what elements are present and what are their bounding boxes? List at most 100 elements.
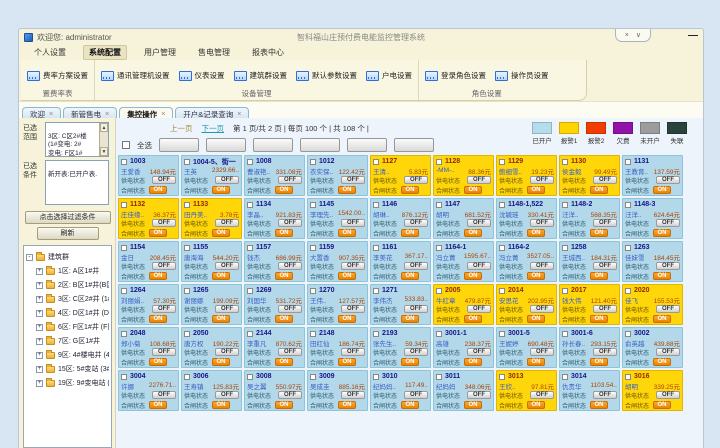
ribbon-button[interactable]: 费率方案设置 (27, 70, 88, 81)
select-all-checkbox[interactable] (122, 141, 130, 149)
expand-icon[interactable]: + (36, 268, 43, 275)
card-checkbox[interactable] (184, 374, 190, 380)
menu-tab[interactable]: 个人设置 (29, 46, 71, 59)
card-checkbox[interactable] (310, 374, 316, 380)
switch-on-button[interactable]: ON (149, 315, 167, 323)
room-card[interactable]: 3002 俞英越 439.88元 供电状态 OFF 合闸状态 ON (622, 327, 683, 368)
switch-on-button[interactable]: ON (464, 186, 482, 194)
supply-off-button[interactable]: OFF (656, 348, 680, 356)
supply-off-button[interactable]: OFF (215, 391, 239, 399)
room-card[interactable]: 1159 大置香 907.35元 供电状态 OFF 合闸状态 ON (307, 241, 368, 282)
switch-on-button[interactable]: ON (527, 401, 545, 409)
room-card[interactable]: 1264 刘丽娟.. 57.30元 供电状态 OFF 合闸状态 ON (118, 284, 179, 325)
room-card[interactable]: 1164-1 冯立菁 1595.67.. 供电状态 OFF 合闸状态 ON (433, 241, 494, 282)
card-checkbox[interactable] (121, 374, 127, 380)
room-card[interactable]: 2048 郑小菊 108.68元 供电状态 OFF 合闸状态 ON (118, 327, 179, 368)
supply-off-button[interactable]: OFF (278, 391, 302, 399)
supply-off-button[interactable]: OFF (593, 219, 617, 227)
supply-off-button[interactable]: OFF (593, 305, 617, 313)
room-card[interactable]: 1133 田丹美.. 3.78元 供电状态 OFF 合闸状态 ON (181, 198, 242, 239)
card-checkbox[interactable] (625, 245, 631, 251)
next-page-link[interactable]: 下一页 (202, 123, 225, 134)
supply-off-button[interactable]: OFF (404, 262, 428, 270)
room-card[interactable]: 1127 王清.. 5.83元 供电状态 OFF 合闸状态 ON (370, 155, 431, 196)
supply-off-button[interactable]: OFF (467, 262, 491, 270)
card-checkbox[interactable] (373, 245, 379, 251)
card-checkbox[interactable] (247, 202, 253, 208)
switch-on-button[interactable]: ON (338, 186, 356, 194)
condition-box[interactable]: 新开表:已开户表. (45, 160, 109, 205)
card-checkbox[interactable] (247, 159, 253, 165)
scroll-down-icon[interactable]: ▼ (100, 147, 108, 156)
room-card[interactable]: 3013 王欣.. 97.81元 供电状态 OFF 合闸状态 ON (496, 370, 557, 411)
switch-on-button[interactable]: ON (527, 229, 545, 237)
room-card[interactable]: 1008 曹淑艳.. 331.08元 供电状态 OFF 合闸状态 ON (244, 155, 305, 196)
room-card[interactable]: 2020 佳飞 155.53元 供电状态 OFF 合闸状态 ON (622, 284, 683, 325)
card-checkbox[interactable] (373, 159, 379, 165)
prev-page-link[interactable]: 上一页 (170, 123, 193, 134)
switch-on-button[interactable]: ON (401, 229, 419, 237)
action-button[interactable] (347, 138, 387, 152)
card-checkbox[interactable] (562, 245, 568, 251)
card-checkbox[interactable] (373, 288, 379, 294)
switch-on-button[interactable]: ON (527, 315, 545, 323)
card-checkbox[interactable] (184, 288, 190, 294)
room-card[interactable]: 1131 王教育.. 137.59元 供电状态 OFF 合闸状态 ON (622, 155, 683, 196)
switch-on-button[interactable]: ON (275, 186, 293, 194)
supply-off-button[interactable]: OFF (530, 219, 554, 227)
action-button[interactable] (253, 138, 293, 152)
supply-off-button[interactable]: OFF (530, 176, 554, 184)
room-card[interactable]: 1269 刘国华 531.72元 供电状态 OFF 合闸状态 ON (244, 284, 305, 325)
room-card[interactable]: 1164-2 冯立菁 3527.05.. 供电状态 OFF 合闸状态 ON (496, 241, 557, 282)
supply-off-button[interactable]: OFF (467, 391, 491, 399)
switch-on-button[interactable]: ON (149, 272, 167, 280)
card-checkbox[interactable] (625, 159, 631, 165)
room-card[interactable]: 3016 胡明 339.25元 供电状态 OFF 合闸状态 ON (622, 370, 683, 411)
room-card[interactable]: 1146 胡琳.. 876.12元 供电状态 OFF 合闸状态 ON (370, 198, 431, 239)
switch-on-button[interactable]: ON (590, 401, 608, 409)
card-checkbox[interactable] (310, 202, 316, 208)
tree-item[interactable]: + 1区: A区1#井 (26, 264, 109, 278)
supply-off-button[interactable]: OFF (530, 391, 554, 399)
expand-icon[interactable]: + (36, 310, 43, 317)
switch-on-button[interactable]: ON (275, 358, 293, 366)
card-checkbox[interactable] (310, 159, 316, 165)
range-scrollbar[interactable]: ▲ ▼ (99, 123, 108, 156)
tree-item[interactable]: + 15区: 5#变站 (3#变 (26, 362, 109, 376)
expand-icon[interactable]: + (36, 366, 43, 373)
switch-on-button[interactable]: ON (149, 358, 167, 366)
switch-on-button[interactable]: ON (527, 272, 545, 280)
supply-off-button[interactable]: OFF (656, 219, 680, 227)
room-card[interactable]: 3001-6 孙长春.. 293.15元 供电状态 OFF 合闸状态 ON (559, 327, 620, 368)
scroll-up-icon[interactable]: ▲ (100, 123, 108, 132)
switch-on-button[interactable]: ON (590, 229, 608, 237)
switch-on-button[interactable]: ON (590, 315, 608, 323)
room-card[interactable]: 3001-1 高雄 238.37元 供电状态 OFF 合闸状态 ON (433, 327, 494, 368)
supply-off-button[interactable]: OFF (404, 219, 428, 227)
tree-item[interactable]: + 4区: D区1#井 (D区1 (26, 306, 109, 320)
tab-close-icon[interactable]: × (237, 111, 241, 118)
supply-off-button[interactable]: OFF (467, 176, 491, 184)
menu-tab[interactable]: 用户管理 (139, 46, 181, 59)
supply-off-button[interactable]: OFF (530, 348, 554, 356)
switch-on-button[interactable]: ON (338, 272, 356, 280)
supply-off-button[interactable]: OFF (593, 262, 617, 270)
switch-on-button[interactable]: ON (212, 315, 230, 323)
supply-off-button[interactable]: OFF (278, 348, 302, 356)
action-button[interactable] (300, 138, 340, 152)
switch-on-button[interactable]: ON (275, 401, 293, 409)
room-card[interactable]: 1157 钱杰 686.99元 供电状态 OFF 合闸状态 ON (244, 241, 305, 282)
card-checkbox[interactable] (184, 245, 190, 251)
action-button[interactable] (206, 138, 246, 152)
ribbon-button[interactable]: 默认参数设置 (296, 70, 357, 81)
switch-on-button[interactable]: ON (212, 272, 230, 280)
supply-off-button[interactable]: OFF (278, 176, 302, 184)
filter-select-button[interactable]: 点击选择过滤条件 (25, 211, 111, 224)
expand-icon[interactable]: + (36, 380, 43, 387)
room-card[interactable]: 1270 王伟.. 127.57元 供电状态 OFF 合闸状态 ON (307, 284, 368, 325)
switch-on-button[interactable]: ON (275, 315, 293, 323)
menu-tab[interactable]: 售电管理 (193, 46, 235, 59)
card-checkbox[interactable] (625, 288, 631, 294)
switch-on-button[interactable]: ON (149, 229, 167, 237)
card-checkbox[interactable] (499, 288, 505, 294)
